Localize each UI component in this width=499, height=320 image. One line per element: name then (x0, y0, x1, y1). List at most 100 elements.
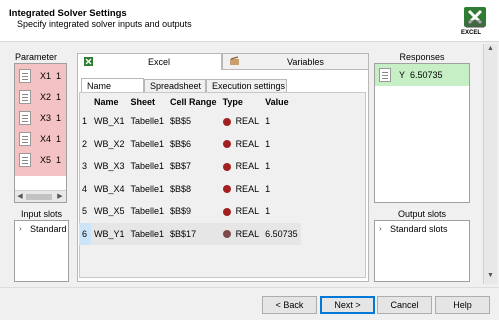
next-button[interactable]: Next > (320, 296, 375, 314)
parameter-item[interactable]: X4 1 (19, 130, 75, 149)
parameter-item[interactable]: X3 1 (19, 109, 75, 128)
column-header-sheet[interactable]: Sheet (128, 94, 168, 110)
cell-name[interactable]: WB_X5 (91, 200, 128, 223)
cell-name[interactable]: WB_X1 (91, 110, 128, 133)
cell-type[interactable]: REAL (220, 155, 263, 178)
cell-sheet[interactable]: Tabelle1 (128, 110, 168, 133)
cell-sheet[interactable]: Tabelle1 (128, 133, 168, 156)
help-button[interactable]: Help (435, 296, 490, 314)
cell-sheet[interactable]: Tabelle1 (128, 200, 168, 223)
cell-sheet[interactable]: Tabelle1 (128, 178, 168, 201)
corner-header (79, 94, 91, 110)
row-number[interactable]: 6 (79, 222, 91, 245)
cell-value[interactable]: 1 (262, 200, 301, 223)
cancel-button[interactable]: Cancel (377, 296, 432, 314)
output-slots-tree[interactable]: › Standard slots (374, 220, 470, 282)
cell-type[interactable]: REAL (220, 178, 263, 201)
parameter-item[interactable]: X5 1 (19, 151, 75, 170)
tree-expand-icon[interactable]: › (379, 224, 382, 233)
cell-sheet[interactable]: Tabelle1 (128, 155, 168, 178)
row-number[interactable]: 5 (79, 200, 91, 223)
cell-type[interactable]: REAL (219, 222, 263, 245)
parameter-hscrollbar[interactable]: ◀ ▶ (15, 190, 66, 202)
page-subtitle: Specify integrated solver inputs and out… (17, 19, 192, 29)
column-header-cell-range[interactable]: Cell Range (167, 94, 220, 110)
output-slot-item[interactable]: Standard slots (390, 224, 448, 234)
table-row[interactable]: 5 WB_X5 Tabelle1 $B$9 REAL 1 (79, 200, 301, 223)
tree-expand-icon[interactable]: › (19, 224, 22, 233)
cell-name[interactable]: WB_Y1 (91, 222, 128, 245)
input-dot-icon (222, 162, 231, 171)
cell-value[interactable]: 1 (262, 178, 301, 201)
cell-name[interactable]: WB_X2 (91, 133, 128, 156)
parameter-name: X3 (40, 113, 52, 123)
cell-range[interactable]: $B$9 (167, 200, 220, 223)
column-header-name[interactable]: Name (91, 94, 128, 110)
cell-name[interactable]: WB_X3 (91, 155, 128, 178)
scroll-up-icon[interactable]: ▲ (487, 45, 494, 52)
cell-type[interactable]: REAL (220, 200, 263, 223)
back-button[interactable]: < Back (262, 296, 317, 314)
parameter-value: 1 (56, 134, 62, 144)
table-row[interactable]: 1 WB_X1 Tabelle1 $B$5 REAL 1 (79, 110, 301, 133)
row-number[interactable]: 4 (79, 178, 91, 201)
cell-range[interactable]: $B$5 (167, 110, 220, 133)
cell-range[interactable]: $B$7 (167, 155, 220, 178)
cell-type[interactable]: REAL (220, 110, 263, 133)
cell-type[interactable]: REAL (220, 133, 263, 156)
cell-value[interactable]: 6.50735 (262, 222, 301, 245)
scroll-thumb[interactable] (26, 194, 52, 200)
parameter-icon (19, 69, 31, 83)
scroll-right-icon[interactable]: ▶ (56, 192, 64, 200)
tab-variables-label: Variables (287, 57, 324, 67)
cell-name[interactable]: WB_X4 (91, 178, 128, 201)
subtab-spreadsheet[interactable]: Spreadsheet (144, 79, 206, 93)
input-dot-icon (222, 140, 231, 149)
responses-list[interactable]: Y 6.50735 (374, 63, 470, 203)
subtab-name-manager[interactable]: Name Manager (81, 78, 144, 101)
cell-range[interactable]: $B$8 (167, 178, 220, 201)
cell-range[interactable]: $B$17 (167, 222, 220, 245)
table-row[interactable]: 4 WB_X4 Tabelle1 $B$8 REAL 1 (79, 178, 301, 201)
footer-divider (0, 287, 499, 288)
row-number[interactable]: 1 (79, 110, 91, 133)
subtab-execution-settings[interactable]: Execution settings (206, 79, 287, 93)
cell-sheet[interactable]: Tabelle1 (127, 222, 168, 245)
parameter-list[interactable]: X1 1 X2 1 X3 1 X4 1 X5 1 ◀ ▶ (14, 63, 67, 203)
response-item[interactable]: Y 6.50735 (375, 64, 469, 86)
subtab-execution-settings-label: Execution settings (212, 81, 286, 91)
scroll-left-icon[interactable]: ◀ (16, 192, 24, 200)
cell-value[interactable]: 1 (262, 133, 301, 156)
row-number[interactable]: 3 (79, 155, 91, 178)
tab-variables[interactable]: Variables (222, 53, 369, 70)
parameter-icon (19, 111, 31, 125)
table-row[interactable]: 2 WB_X2 Tabelle1 $B$6 REAL 1 (79, 133, 301, 156)
parameter-value: 1 (56, 71, 62, 81)
scroll-down-icon[interactable]: ▼ (487, 272, 494, 279)
output-slots-label: Output slots (397, 209, 447, 219)
output-dot-icon (222, 230, 231, 239)
table-row-selected[interactable]: 6 WB_Y1 Tabelle1 $B$17 REAL 6.50735 (79, 222, 301, 245)
tab-excel[interactable]: Excel (77, 53, 222, 70)
parameter-item[interactable]: X1 1 (19, 67, 75, 86)
input-slots-tree[interactable]: › Standard (14, 220, 69, 282)
parameter-name: X5 (40, 155, 52, 165)
cell-range[interactable]: $B$6 (167, 133, 220, 156)
cell-type-text: REAL (235, 228, 260, 239)
parameter-label: Parameter (14, 52, 58, 62)
parameter-icon (19, 90, 31, 104)
row-number[interactable]: 2 (79, 133, 91, 156)
cell-value[interactable]: 1 (262, 110, 301, 133)
response-value: 6.50735 (410, 70, 443, 80)
parameter-name: X4 (40, 134, 52, 144)
parameter-value: 1 (56, 155, 62, 165)
column-header-value[interactable]: Value (262, 94, 301, 110)
parameter-name: X1 (40, 71, 52, 81)
window-vscrollbar[interactable]: ▲ ▼ (483, 44, 497, 284)
table-row[interactable]: 3 WB_X3 Tabelle1 $B$7 REAL 1 (79, 155, 301, 178)
cell-value[interactable]: 1 (262, 155, 301, 178)
input-slot-item[interactable]: Standard (30, 224, 67, 234)
parameter-item[interactable]: X2 1 (19, 88, 75, 107)
parameter-name: X2 (40, 92, 52, 102)
column-header-type[interactable]: Type (220, 94, 263, 110)
